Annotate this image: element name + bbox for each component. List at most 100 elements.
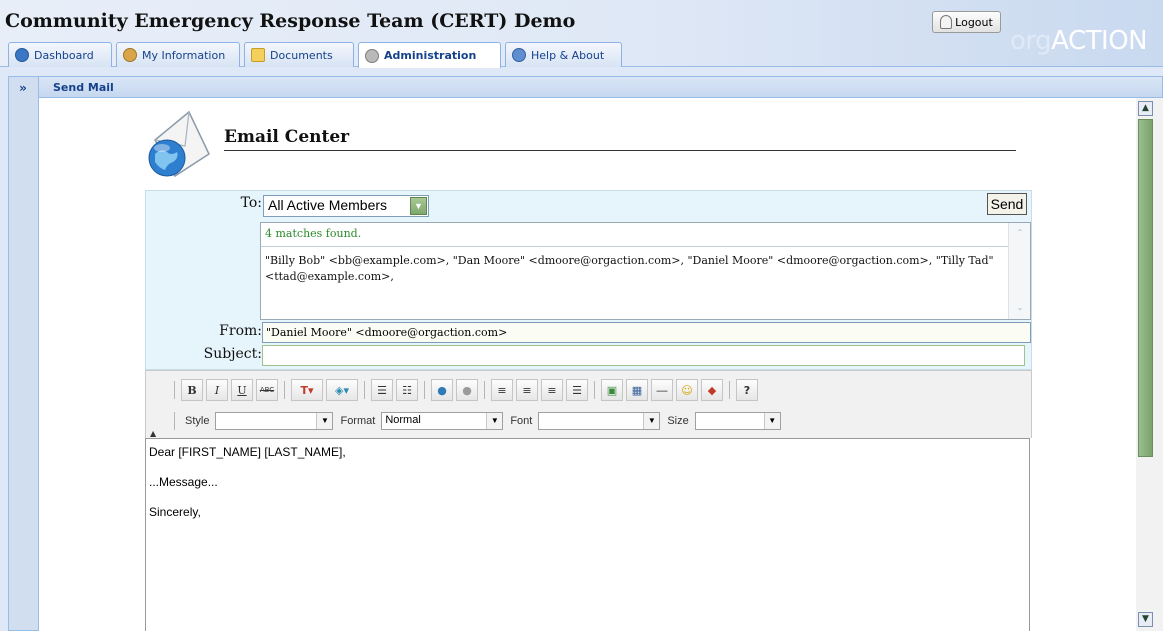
toolbar-separator: [174, 381, 175, 399]
text-color-icon: T▾: [300, 383, 314, 397]
tab-label: My Information: [142, 48, 226, 62]
recipient-select[interactable]: All Active Members ▼: [263, 195, 429, 217]
send-button[interactable]: Send: [987, 193, 1027, 215]
matches-count: 4 matches found.: [265, 227, 362, 240]
toolbar-separator: [594, 381, 595, 399]
email-globe-icon: [148, 110, 210, 178]
collapse-toolbar-icon[interactable]: ▲: [150, 429, 156, 438]
text-color-button[interactable]: T▾: [291, 379, 323, 401]
special-character-button[interactable]: ◆: [701, 379, 723, 401]
help-button[interactable]: ?: [736, 379, 758, 401]
logout-label: Logout: [955, 15, 993, 29]
align-right-icon: ≡: [547, 383, 557, 397]
numbered-list-button[interactable]: ☰: [371, 379, 393, 401]
tab-dashboard[interactable]: Dashboard: [8, 42, 112, 67]
tab-bar: Dashboard My Information Documents Admin…: [0, 42, 1163, 68]
style-select[interactable]: ▼: [215, 412, 334, 430]
message-line: Sincerely,: [149, 505, 201, 519]
font-select[interactable]: ▼: [538, 412, 661, 430]
to-label: To:: [240, 195, 262, 211]
scroll-up-button[interactable]: ▲: [1138, 101, 1153, 116]
align-left-button[interactable]: ≡: [491, 379, 513, 401]
tab-help-about[interactable]: Help & About: [505, 42, 622, 67]
tab-my-information[interactable]: My Information: [116, 42, 240, 67]
email-center-title: Email Center: [224, 127, 350, 147]
unlink-icon: ●: [462, 383, 472, 397]
insert-smiley-button[interactable]: ☺: [676, 379, 698, 401]
italic-button[interactable]: I: [206, 379, 228, 401]
matches-scrollbar[interactable]: ⌃ ⌄: [1008, 223, 1030, 319]
horizontal-rule-icon: ―: [656, 383, 668, 397]
toolbar-separator: [729, 381, 730, 399]
toolbar-separator: [484, 381, 485, 399]
app-title: Community Emergency Response Team (CERT)…: [5, 10, 576, 32]
toolbar-separator: [364, 381, 365, 399]
insert-link-button[interactable]: ●: [431, 379, 453, 401]
cube-icon: ◆: [707, 383, 717, 397]
image-icon: ▣: [606, 383, 618, 397]
toolbar-row-styles: Style ▼ Format Normal ▼ Font ▼ Size ▼: [171, 409, 781, 433]
message-line: ...Message...: [149, 475, 218, 489]
align-center-button[interactable]: ≡: [516, 379, 538, 401]
logout-button[interactable]: Logout: [932, 11, 1001, 33]
font-label: Font: [510, 415, 533, 427]
chevron-up-icon[interactable]: ⌃: [1013, 226, 1027, 240]
format-label: Format: [340, 415, 376, 427]
chevron-down-icon[interactable]: ⌄: [1013, 301, 1027, 315]
folder-icon: [251, 48, 265, 62]
table-icon: ▦: [631, 383, 643, 397]
align-left-icon: ≡: [497, 383, 507, 397]
app-window: Community Emergency Response Team (CERT)…: [0, 0, 1163, 631]
insert-image-button[interactable]: ▣: [601, 379, 623, 401]
tab-documents[interactable]: Documents: [244, 42, 354, 67]
collapsed-sidebar: »: [8, 76, 39, 631]
insert-table-button[interactable]: ▦: [626, 379, 648, 401]
unlink-button[interactable]: ●: [456, 379, 478, 401]
scroll-thumb[interactable]: [1138, 119, 1153, 457]
toolbar-separator: [174, 412, 175, 430]
justify-icon: ☰: [572, 383, 582, 397]
underline-button[interactable]: U: [231, 379, 253, 401]
gear-icon: [365, 48, 379, 63]
size-label: Size: [667, 415, 689, 427]
help-icon: [512, 48, 526, 62]
bulleted-list-button[interactable]: ☷: [396, 379, 418, 401]
message-editor[interactable]: Dear [FIRST_NAME] [LAST_NAME], ...Messag…: [145, 438, 1030, 631]
numbered-list-icon: ☰: [377, 383, 387, 397]
user-lock-icon: [940, 15, 953, 29]
toolbar-row-formatting: B I U ABC T▾ ◈▾ ☰ ☷ ● ● ≡ ≡ ≡ ☰ ▣ ▦ ― ☺ …: [171, 378, 758, 402]
background-color-button[interactable]: ◈▾: [326, 379, 358, 401]
toolbar-separator: [284, 381, 285, 399]
align-right-button[interactable]: ≡: [541, 379, 563, 401]
tab-administration[interactable]: Administration: [358, 42, 501, 68]
recipient-matches-box[interactable]: 4 matches found. "Billy Bob" <bb@example…: [260, 222, 1031, 320]
justify-button[interactable]: ☰: [566, 379, 588, 401]
user-icon: [123, 48, 137, 62]
subject-field[interactable]: [262, 345, 1025, 366]
paint-bucket-icon: ◈▾: [335, 383, 349, 397]
page-scrollbar[interactable]: ▲ ▼: [1136, 98, 1163, 631]
chevron-down-icon: ▼: [410, 197, 427, 215]
horizontal-rule-button[interactable]: ―: [651, 379, 673, 401]
chevron-down-icon: ▼: [643, 413, 660, 429]
link-globe-icon: ●: [437, 383, 447, 397]
tab-label: Dashboard: [34, 48, 94, 62]
tab-label: Help & About: [531, 48, 605, 62]
editor-toolbar: B I U ABC T▾ ◈▾ ☰ ☷ ● ● ≡ ≡ ≡ ☰ ▣ ▦ ― ☺ …: [145, 370, 1032, 438]
recipient-select-value: All Active Members: [268, 197, 388, 213]
scroll-down-button[interactable]: ▼: [1138, 612, 1153, 627]
size-select[interactable]: ▼: [694, 412, 781, 430]
subject-label: Subject:: [203, 346, 262, 362]
chevron-down-icon: ▼: [316, 413, 333, 429]
chevron-down-icon: ▼: [763, 413, 780, 429]
strikethrough-button[interactable]: ABC: [256, 379, 278, 401]
expand-sidebar-button[interactable]: »: [12, 80, 34, 96]
bold-button[interactable]: B: [181, 379, 203, 401]
toolbar-separator: [424, 381, 425, 399]
from-field[interactable]: "Daniel Moore" <dmoore@orgaction.com>: [262, 322, 1031, 343]
chevron-down-icon: ▼: [486, 413, 503, 429]
panel-title: Send Mail: [38, 76, 1163, 98]
format-select-value: Normal: [385, 414, 421, 426]
format-select[interactable]: Normal ▼: [381, 412, 504, 430]
from-label: From:: [219, 323, 262, 339]
